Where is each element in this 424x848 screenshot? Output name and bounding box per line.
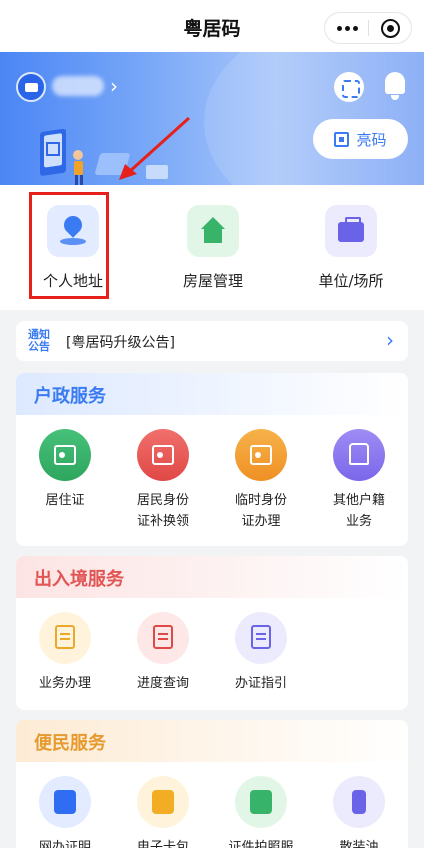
oil-bottle-icon [333, 776, 385, 828]
qr-code-icon [334, 131, 350, 147]
blurred-user-name[interactable] [52, 76, 104, 96]
service-label: 临时身份 证办理 [212, 490, 310, 532]
service-label-line1: 临时身份 [234, 493, 287, 508]
id-card-icon [137, 429, 189, 481]
service-label: 证件拍照服 [228, 840, 294, 848]
mini-program-capsule [324, 12, 412, 44]
service-label: 进度查询 [136, 676, 189, 691]
service-label: 散装油 [339, 840, 379, 848]
service-label-line2: 业务 [345, 514, 372, 529]
capsule-divider [368, 20, 369, 36]
id-card-icon[interactable] [16, 72, 46, 102]
service-label-line1: 居住证 [45, 493, 85, 508]
camera-icon [235, 776, 287, 828]
close-circle-icon[interactable] [381, 19, 400, 38]
service-online-certificate[interactable]: 网办证明 [16, 776, 114, 848]
service-label: 业务办理 [38, 676, 91, 691]
service-label-line2: 证办理 [241, 514, 281, 529]
bell-icon[interactable] [382, 70, 408, 100]
service-e-wallet[interactable]: 电子卡包 [114, 776, 212, 848]
entry-exit-service-card: 出入境服务 业务办理 进度查询 办证指引 [16, 556, 408, 710]
notice-text: [粤居码升级公告] [66, 335, 175, 351]
scan-icon[interactable] [334, 72, 364, 102]
show-code-button[interactable]: 亮码 [313, 119, 408, 159]
service-residence-permit[interactable]: 居住证 [16, 429, 114, 511]
guide-document-icon [235, 612, 287, 664]
service-label: 其他户籍 业务 [310, 490, 408, 532]
service-label-line2: 证补换领 [136, 514, 189, 529]
certificate-icon [39, 776, 91, 828]
card-title: 出入境服务 [34, 569, 124, 590]
convenience-service-card: 便民服务 网办证明 电子卡包 证件拍照服 散装油 [16, 720, 408, 848]
temporary-id-icon [235, 429, 287, 481]
house-icon [187, 205, 239, 257]
wallet-icon [137, 776, 189, 828]
service-id-photo[interactable]: 证件拍照服 [212, 776, 310, 848]
service-label: 电子卡包 [136, 840, 189, 848]
progress-document-icon [137, 612, 189, 664]
highlight-box [29, 192, 109, 299]
service-label: 办证指引 [234, 676, 287, 691]
chevron-right-icon[interactable]: › [110, 74, 118, 98]
card-title: 便民服务 [34, 733, 106, 754]
service-bulk-oil[interactable]: 散装油 [310, 776, 408, 848]
service-progress-query[interactable]: 进度查询 [114, 612, 212, 694]
header-banner: › 亮码 [0, 52, 424, 185]
nav-bar: 粤居码 [0, 0, 424, 52]
service-other-household[interactable]: 其他户籍 业务 [310, 429, 408, 532]
card-header: 户政服务 [16, 373, 408, 415]
show-code-label: 亮码 [356, 130, 387, 149]
chevron-right-icon[interactable]: › [386, 328, 394, 352]
service-label: 网办证明 [38, 840, 91, 848]
quick-action-label: 单位/场所 [318, 272, 384, 290]
more-dots-icon[interactable] [325, 13, 369, 43]
household-service-card: 户政服务 居住证 居民身份 证补换领 临时身份 证办理 其他户籍 业务 [16, 373, 408, 546]
service-label: 居住证 [16, 490, 114, 511]
notice-bar[interactable]: 通知 公告 [粤居码升级公告] › [16, 321, 408, 361]
card-header: 便民服务 [16, 720, 408, 762]
home-outline-icon [333, 429, 385, 481]
document-icon [39, 612, 91, 664]
notice-tag-line2: 公告 [28, 340, 50, 353]
service-label-line1: 居民身份 [136, 493, 189, 508]
residence-card-icon [39, 429, 91, 481]
service-label-line1: 其他户籍 [332, 493, 385, 508]
notice-tag: 通知 公告 [28, 329, 58, 353]
service-guide[interactable]: 办证指引 [212, 612, 310, 694]
service-business-handling[interactable]: 业务办理 [16, 612, 114, 694]
pointer-arrow [119, 116, 191, 180]
quick-action-label: 房屋管理 [182, 272, 243, 290]
quick-action-house-management[interactable]: 房屋管理 [158, 205, 268, 291]
service-id-card-replace[interactable]: 居民身份 证补换领 [114, 429, 212, 532]
card-title: 户政服务 [34, 386, 106, 407]
service-label: 居民身份 证补换领 [114, 490, 212, 532]
service-temporary-id[interactable]: 临时身份 证办理 [212, 429, 310, 532]
briefcase-icon [325, 205, 377, 257]
quick-action-unit-place[interactable]: 单位/场所 [296, 205, 406, 291]
card-header: 出入境服务 [16, 556, 408, 598]
